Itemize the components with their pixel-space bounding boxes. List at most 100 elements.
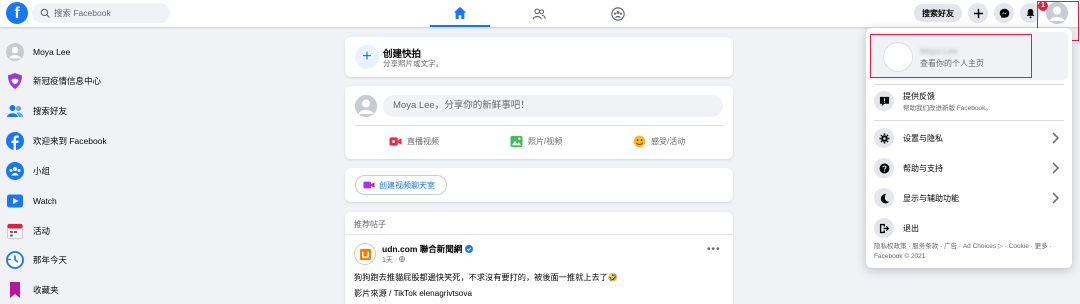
give-feedback-item[interactable]: 提供反馈 帮助我们改进新版 Facebook。 — [874, 88, 1066, 114]
bookmark-icon — [6, 281, 24, 299]
covid-shield-icon — [6, 72, 24, 90]
search-box[interactable] — [32, 3, 170, 23]
divider — [345, 234, 733, 235]
logout-icon — [874, 218, 894, 238]
udn-logo-icon — [359, 248, 371, 260]
menu-item-logout[interactable]: 退出 — [874, 216, 1066, 240]
friends-icon — [6, 102, 24, 120]
create-room-label: 创建视频聊天室 — [379, 180, 435, 190]
composer-input[interactable]: Moya Lee，分享你的新鲜事吧！ — [383, 95, 723, 117]
chevron-right-icon — [1052, 132, 1060, 144]
sidebar-item-label: 小组 — [33, 166, 51, 176]
sidebar-item-watch[interactable]: Watch — [6, 190, 196, 212]
suggested-posts-card: 推荐帖子 udn.com 聯合新聞網 1天 · ••• 狗狗跑去推貓屁股都邊快笑… — [345, 212, 733, 304]
search-input[interactable] — [54, 8, 164, 18]
photo-video-button[interactable]: 照片/视频 — [510, 131, 562, 151]
sidebar-item-label: 新冠疫情信息中心 — [33, 76, 102, 86]
sidebar-item-groups[interactable]: 小组 — [6, 160, 196, 182]
page-avatar[interactable] — [354, 243, 376, 265]
menu-item-display-accessibility[interactable]: 显示与辅助功能 — [874, 186, 1066, 210]
sidebar-item-events[interactable]: 活动 — [6, 220, 196, 242]
section-title: 推荐帖子 — [354, 220, 386, 229]
action-label: 直播视频 — [407, 136, 439, 146]
chevron-right-icon — [1052, 192, 1060, 204]
globe-icon — [399, 256, 406, 262]
home-icon — [453, 6, 467, 19]
tab-friends[interactable] — [509, 0, 569, 27]
menu-item-settings-privacy[interactable]: 设置与隐私 — [874, 126, 1066, 150]
feedback-label: 提供反馈 — [903, 91, 935, 101]
calendar-icon — [6, 222, 24, 240]
story-subtitle: 分享照片或文字。 — [383, 59, 443, 68]
groups-icon — [611, 6, 625, 21]
find-friends-button[interactable]: 搜索好友 — [914, 4, 962, 22]
live-video-button[interactable]: 直播视频 — [389, 131, 439, 151]
action-label: 感受/活动 — [651, 136, 686, 146]
author-name[interactable]: udn.com 聯合新聞網 — [382, 243, 462, 255]
messenger-icon — [999, 8, 1009, 18]
top-navigation-bar: f 搜索好友 1 — [0, 0, 1080, 27]
sidebar-item-welcome[interactable]: 欢迎来到 Facebook — [6, 130, 196, 152]
highlight-box-profile — [870, 34, 1032, 78]
action-label: 照片/视频 — [528, 136, 563, 146]
facebook-logo[interactable]: f — [6, 2, 28, 24]
feeling-activity-button[interactable]: 感受/活动 — [633, 131, 685, 151]
messenger-button[interactable] — [994, 3, 1014, 23]
plus-icon: + — [355, 45, 379, 69]
facebook-icon — [6, 132, 24, 150]
post-composer: Moya Lee，分享你的新鲜事吧！ 直播视频 照片/视频 感受/活动 — [345, 86, 733, 159]
sidebar-item-label: 那年今天 — [33, 255, 68, 265]
divider — [355, 125, 723, 126]
tab-home[interactable] — [430, 0, 490, 27]
divider — [874, 84, 1064, 85]
post-time[interactable]: 1天 · — [382, 257, 399, 264]
sidebar-item-profile[interactable]: Moya Lee — [6, 41, 196, 63]
watch-icon — [6, 192, 24, 210]
footer-links[interactable]: 隐私权政策 · 服务条款 · 广告 · Ad Choices ▷ · Cooki… — [874, 242, 1068, 262]
menu-item-label: 帮助与支持 — [903, 163, 943, 173]
feedback-icon — [874, 91, 894, 111]
friends-icon — [532, 8, 546, 19]
post-source: 影片來源 / TikTok elenagrivtsova — [354, 289, 472, 298]
gear-icon — [874, 128, 894, 148]
search-icon — [40, 8, 50, 18]
moon-icon — [874, 188, 894, 208]
divider — [874, 120, 1064, 121]
feedback-subtitle: 帮助我们改进新版 Facebook。 — [903, 104, 992, 112]
sidebar-item-covid[interactable]: 新冠疫情信息中心 — [6, 70, 196, 92]
rooms-card: 创建视频聊天室 — [345, 168, 733, 202]
groups-icon — [6, 162, 24, 180]
chevron-right-icon — [1052, 162, 1060, 174]
help-icon — [874, 158, 894, 178]
video-camera-icon — [363, 181, 375, 189]
verified-icon — [465, 245, 474, 253]
menu-item-help-support[interactable]: 帮助与支持 — [874, 156, 1066, 180]
sidebar-item-label: 搜索好友 — [33, 106, 68, 116]
sidebar-item-label: Watch — [33, 196, 57, 206]
create-room-button[interactable]: 创建视频聊天室 — [355, 175, 447, 195]
create-button[interactable] — [968, 3, 988, 23]
menu-item-label: 退出 — [903, 223, 919, 233]
more-options-button[interactable]: ••• — [707, 244, 721, 255]
photo-icon — [510, 135, 523, 147]
sidebar-item-label: 活动 — [33, 226, 51, 236]
sidebar-item-label: Moya Lee — [33, 47, 71, 57]
sidebar-item-memories[interactable]: 那年今天 — [6, 249, 196, 271]
post-meta: 1天 · — [382, 255, 406, 265]
sidebar-item-label: 收藏夹 — [33, 285, 59, 295]
avatar-icon — [6, 43, 24, 61]
tab-groups[interactable] — [588, 0, 648, 27]
plus-icon — [973, 8, 983, 18]
post-text: 狗狗跑去推貓屁股都邊快笑死，不求沒有要打的，被後面一推就上去了🤣 — [354, 273, 619, 282]
sidebar-item-find-friends[interactable]: 搜索好友 — [6, 100, 196, 122]
create-story-card[interactable]: + 创建快拍 分享照片或文字。 — [345, 37, 733, 77]
clock-icon — [6, 251, 24, 269]
menu-item-label: 显示与辅助功能 — [903, 193, 959, 203]
sidebar-item-saved[interactable]: 收藏夹 — [6, 279, 196, 301]
post-author[interactable]: udn.com 聯合新聞網 — [382, 243, 474, 255]
avatar[interactable] — [355, 95, 377, 117]
feeling-icon — [633, 135, 646, 147]
sidebar-item-label: 欢迎来到 Facebook — [33, 136, 107, 146]
bell-icon — [1026, 8, 1034, 18]
menu-item-label: 设置与隐私 — [903, 133, 943, 143]
